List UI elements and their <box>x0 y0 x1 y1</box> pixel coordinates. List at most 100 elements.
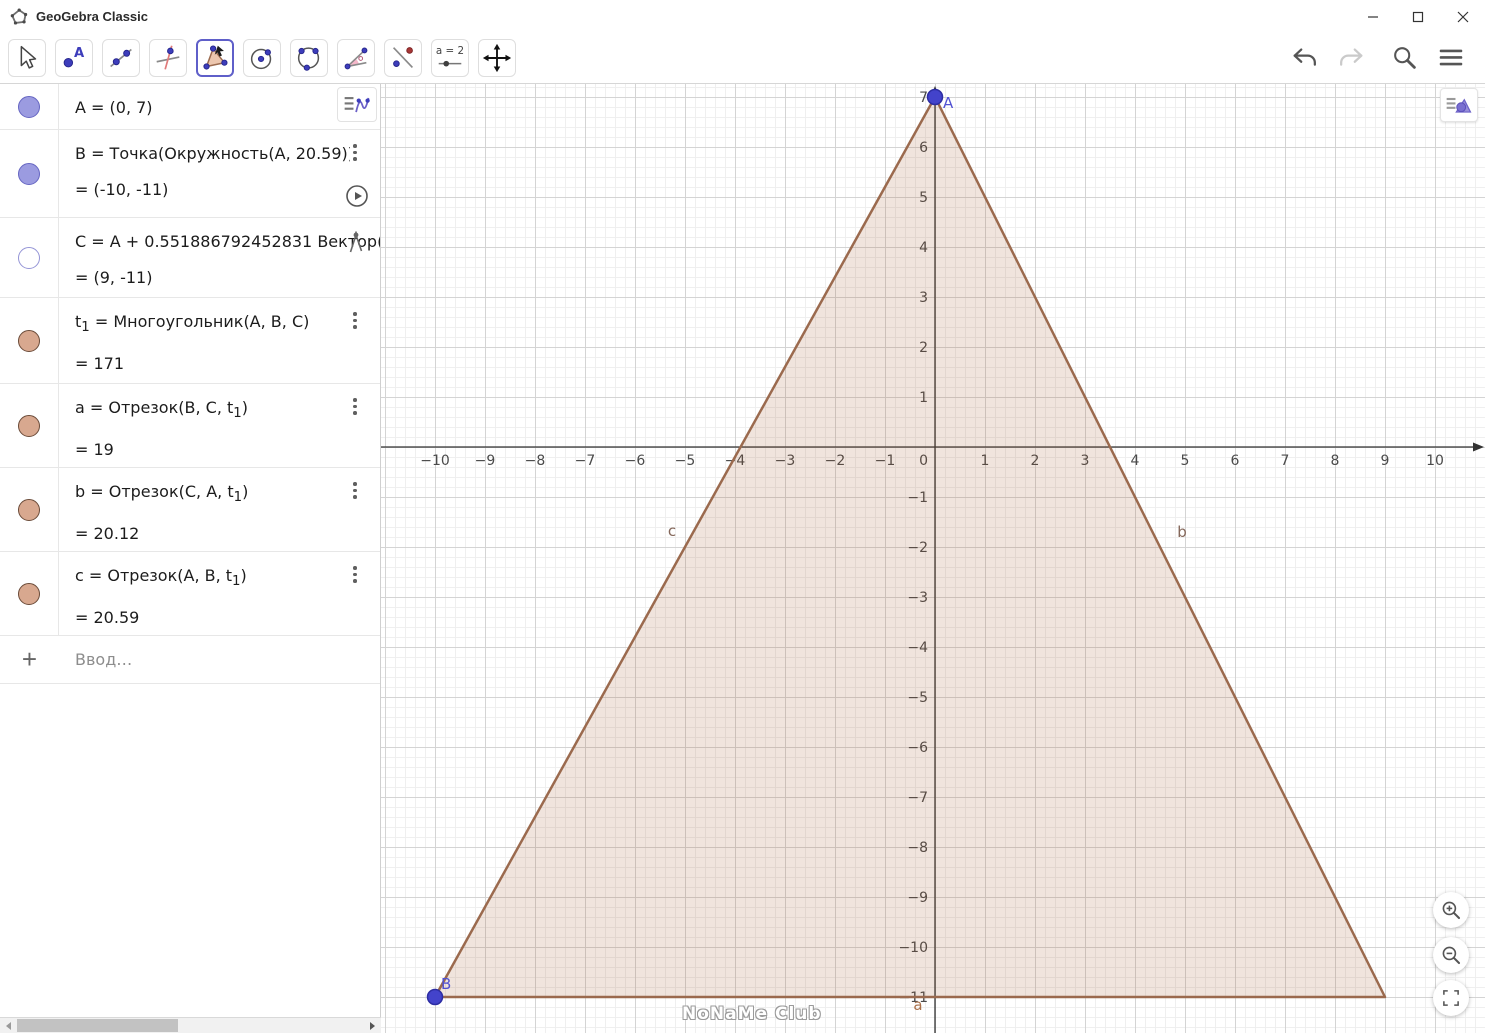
algebra-row-C[interactable]: C = A + 0.551886792452831 Вектор(A, B = … <box>0 218 380 298</box>
slider-icon: a = 2 <box>436 45 464 67</box>
algebra-input[interactable] <box>59 636 380 683</box>
triangle-t1[interactable] <box>433 95 1387 999</box>
close-button[interactable] <box>1440 0 1485 33</box>
minimize-icon <box>1367 15 1378 18</box>
play-animation-button[interactable] <box>345 184 369 208</box>
zoom-in-button[interactable] <box>1433 892 1469 928</box>
graphics-canvas: −10 −9 −8 −7 −6 −5 −4 −3 −2 −1 1 2 3 4 5 6 7 8 9 107654321−… <box>381 86 1484 1033</box>
zoom-out-icon <box>1442 946 1461 965</box>
visibility-marble-B[interactable] <box>0 130 59 217</box>
x-tick-label: −9 <box>475 453 496 469</box>
x-tick-label: 9 <box>1381 453 1390 469</box>
algebra-row-c[interactable]: c = Отрезок(A, B, t1) = 20.59 <box>0 552 380 636</box>
kebab-menu-t1[interactable] <box>348 312 362 332</box>
expression-A: A = (0, 7) <box>75 98 153 117</box>
side-label-b: b <box>1177 523 1187 541</box>
kebab-menu-b[interactable] <box>348 482 362 502</box>
graphics-view[interactable]: −10 −9 −8 −7 −6 −5 −4 −3 −2 −1 1 2 3 4 5 6 7 8 9 10 7 6 5 4 3 2 1−… <box>381 84 1485 1033</box>
geogebra-window: GeoGebra Classic A a = 2 A = (0, 7) B = … <box>0 0 1485 1033</box>
line-tool-button[interactable] <box>102 39 140 77</box>
angle-tool-button[interactable] <box>337 39 375 77</box>
move-tool-button[interactable] <box>8 39 46 77</box>
value-C: = (9, -11) <box>75 268 153 287</box>
visibility-marble-A[interactable] <box>0 84 59 129</box>
minimize-button[interactable] <box>1350 0 1395 33</box>
scroll-right-arrow[interactable] <box>364 1018 380 1033</box>
point-A[interactable] <box>926 88 944 106</box>
algebra-row-B[interactable]: B = Точка(Окружность(A, 20.59)) = (-10, … <box>0 130 380 218</box>
x-tick-label: −5 <box>675 453 696 469</box>
scrollbar-thumb[interactable] <box>17 1019 178 1032</box>
point-label-A: A <box>943 94 954 112</box>
expression-C: C = A + 0.551886792452831 Вектор(A, B <box>75 232 380 251</box>
toolbar: A a = 2 <box>0 33 1485 84</box>
zoom-out-button[interactable] <box>1433 937 1469 973</box>
polygon-tool-button[interactable] <box>196 39 234 77</box>
svg-text:A: A <box>74 46 85 61</box>
point-icon: A <box>63 46 85 68</box>
algebra-row-b[interactable]: b = Отрезок(C, A, t1) = 20.12 <box>0 468 380 552</box>
move-graphics-view-tool-button[interactable] <box>478 39 516 77</box>
title-bar: GeoGebra Classic <box>0 0 1485 33</box>
x-tick-label: 10 <box>1426 453 1444 469</box>
algebra-row-a[interactable]: a = Отрезок(B, C, t1) = 19 <box>0 384 380 468</box>
angle-icon <box>344 47 368 70</box>
kebab-menu-B[interactable] <box>348 144 362 164</box>
reflect-about-line-tool-button[interactable] <box>384 39 422 77</box>
x-tick-label: 6 <box>1231 453 1240 469</box>
x-tick-label: −10 <box>420 453 450 469</box>
y-tick-label: 7 <box>919 90 928 106</box>
conic-through-points-tool-button[interactable] <box>290 39 328 77</box>
kebab-menu-a[interactable] <box>348 398 362 418</box>
circle-with-center-tool-button[interactable] <box>243 39 281 77</box>
x-tick-label: 8 <box>1331 453 1340 469</box>
horizontal-scrollbar[interactable] <box>0 1017 381 1033</box>
svg-text:a = 2: a = 2 <box>436 45 464 57</box>
algebra-row-t1[interactable]: t1 = Многоугольник(A, B, C) = 171 <box>0 298 380 384</box>
algebra-row-A[interactable]: A = (0, 7) <box>0 84 380 130</box>
redo-icon <box>1340 48 1363 66</box>
move-view-icon <box>482 43 512 73</box>
reflect-line-icon <box>392 47 414 68</box>
cursor-icon <box>20 45 37 69</box>
close-icon <box>1457 11 1468 22</box>
visibility-marble-t1[interactable] <box>0 298 59 383</box>
x-tick-label: 7 <box>1281 453 1290 469</box>
x-tick-label: 4 <box>1131 453 1140 469</box>
point-tool-button[interactable]: A <box>55 39 93 77</box>
maximize-button[interactable] <box>1395 0 1440 33</box>
conic-points-icon <box>297 47 320 71</box>
point-label-B: B <box>441 975 451 993</box>
line-icon <box>110 48 132 68</box>
visibility-marble-C[interactable] <box>0 218 59 297</box>
watermark: NoNaMe Club <box>682 1004 822 1024</box>
side-label-a: a <box>913 996 922 1014</box>
redo-button[interactable] <box>1333 40 1369 76</box>
maximize-icon <box>1412 11 1423 22</box>
visibility-marble-c[interactable] <box>0 552 59 635</box>
value-c: = 20.59 <box>75 608 140 628</box>
visibility-marble-b[interactable] <box>0 468 59 551</box>
fullscreen-button[interactable] <box>1433 980 1469 1016</box>
zoom-in-icon <box>1442 901 1461 920</box>
add-expression-button[interactable]: + <box>0 636 59 683</box>
scroll-left-arrow[interactable] <box>0 1018 16 1033</box>
fullscreen-icon <box>1443 990 1459 1006</box>
x-axis-arrow <box>1473 442 1484 452</box>
value-a: = 19 <box>75 440 114 460</box>
side-label-c: c <box>668 522 676 540</box>
algebra-style-button[interactable] <box>337 87 377 122</box>
search-button[interactable] <box>1387 40 1423 76</box>
graphics-style-button[interactable] <box>1440 88 1478 122</box>
hamburger-menu-icon <box>1439 49 1463 66</box>
graphics-settings-icon <box>1446 97 1472 113</box>
visibility-marble-a[interactable] <box>0 384 59 467</box>
expression-t1: t1 = Многоугольник(A, B, C) <box>75 312 310 336</box>
value-B: = (-10, -11) <box>75 180 169 199</box>
menu-button[interactable] <box>1433 40 1469 76</box>
perpendicular-line-tool-button[interactable] <box>149 39 187 77</box>
slider-tool-button[interactable]: a = 2 <box>431 39 469 77</box>
undo-button[interactable] <box>1287 40 1323 76</box>
kebab-menu-c[interactable] <box>348 566 362 586</box>
geogebra-logo-icon <box>10 8 28 25</box>
